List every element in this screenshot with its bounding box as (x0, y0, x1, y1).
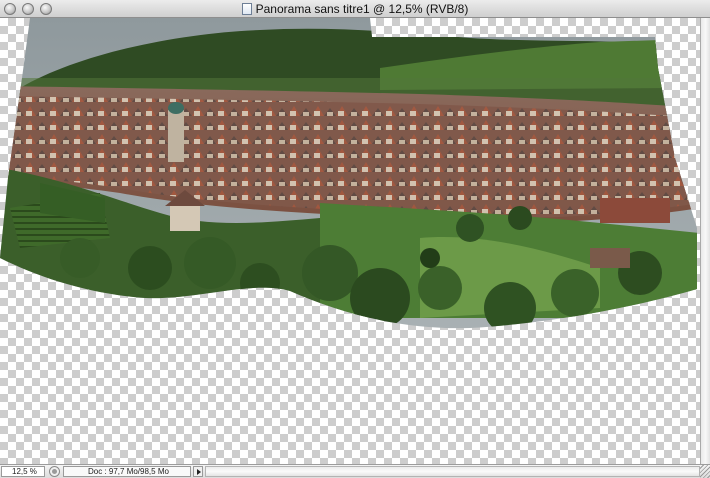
vertical-scrollbar[interactable] (700, 18, 710, 464)
document-icon (241, 3, 252, 15)
document-canvas[interactable] (0, 18, 700, 464)
window-title: Panorama sans titre1 @ 12,5% (RVB/8) (255, 2, 469, 16)
resize-grip[interactable] (700, 465, 710, 478)
status-menu-arrow-icon[interactable] (193, 466, 203, 477)
horizontal-scrollbar[interactable] (205, 466, 700, 477)
photoshop-document-window: Panorama sans titre1 @ 12,5% (RVB/8) 12,… (0, 0, 710, 478)
document-size-info: Doc : 97,7 Mo/98,5 Mo (63, 466, 191, 477)
panorama-image (0, 18, 697, 329)
window-title-wrap: Panorama sans titre1 @ 12,5% (RVB/8) (0, 1, 710, 17)
status-info-icon[interactable] (49, 466, 60, 477)
status-bar: 12,5 % Doc : 97,7 Mo/98,5 Mo (0, 464, 710, 478)
zoom-level-field[interactable]: 12,5 % (1, 466, 45, 477)
title-bar[interactable]: Panorama sans titre1 @ 12,5% (RVB/8) (0, 0, 710, 18)
